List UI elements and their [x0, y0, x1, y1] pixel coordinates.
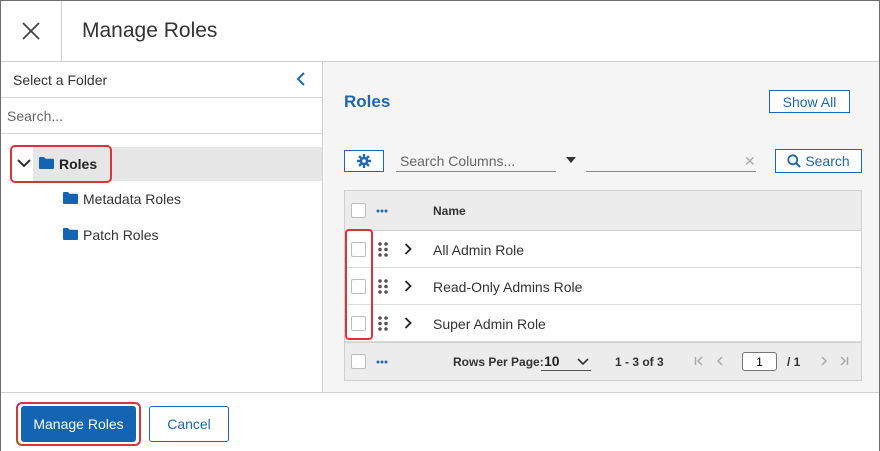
cancel-button[interactable]: Cancel	[149, 406, 229, 442]
highlight-box	[345, 229, 373, 340]
dialog-footer: Manage Roles Cancel	[1, 392, 879, 451]
dialog-title: Manage Roles	[82, 19, 218, 42]
roles-panel: Roles Show All Search Columns... ✕ Searc…	[324, 62, 879, 392]
page-number-input[interactable]	[743, 353, 776, 371]
column-search-input[interactable]	[396, 150, 556, 171]
folder-search-input[interactable]	[1, 99, 322, 133]
drag-handle-icon[interactable]	[378, 316, 388, 331]
folder-panel: Select a Folder Roles Metadata Roles	[1, 62, 323, 392]
column-search	[396, 150, 556, 172]
gear-icon	[357, 154, 371, 168]
roles-grid: Name All Admin Role Read-Only Admins Rol…	[344, 190, 862, 381]
filter-value	[586, 150, 756, 172]
rows-per-page-label: Rows Per Page:	[453, 355, 544, 369]
tree-item-label: Roles	[59, 156, 98, 172]
table-row[interactable]: Super Admin Role	[345, 305, 861, 342]
search-icon	[787, 154, 802, 168]
row-name: Read-Only Admins Role	[433, 279, 583, 295]
row-name: Super Admin Role	[433, 316, 546, 332]
rows-per-page-select[interactable]: 10	[541, 352, 591, 371]
caret-down-icon[interactable]	[566, 157, 576, 164]
chevron-right-icon[interactable]	[404, 317, 412, 329]
more-options-icon[interactable]	[376, 209, 388, 213]
chevron-down-icon	[577, 358, 589, 366]
rows-per-page-value: 10	[544, 353, 560, 369]
tree-item-label: Metadata Roles	[83, 191, 182, 207]
folder-panel-header: Select a Folder	[1, 62, 322, 98]
more-options-icon[interactable]	[376, 360, 388, 364]
roles-title: Roles	[344, 92, 391, 111]
last-page-icon[interactable]	[839, 356, 849, 366]
row-name: All Admin Role	[433, 242, 525, 258]
select-all-checkbox[interactable]	[351, 203, 366, 218]
folder-search	[1, 99, 322, 134]
table-row[interactable]: All Admin Role	[345, 231, 861, 268]
folder-icon	[63, 228, 78, 240]
page-total: / 1	[787, 355, 801, 369]
tree-item-label: Patch Roles	[83, 227, 159, 243]
folder-panel-heading: Select a Folder	[13, 72, 108, 88]
chevron-down-icon[interactable]	[17, 157, 31, 169]
manage-roles-dialog: Manage Roles Select a Folder Roles	[0, 0, 880, 451]
search-button-label: Search	[805, 153, 850, 169]
grid-pagination: Rows Per Page: 10 1 - 3 of 3 / 1	[345, 342, 861, 380]
folder-icon	[63, 192, 78, 204]
show-all-button[interactable]: Show All	[769, 90, 850, 113]
prev-page-icon[interactable]	[716, 356, 724, 366]
chevron-right-icon[interactable]	[404, 280, 412, 292]
tree-item-metadata-roles[interactable]: Metadata Roles	[1, 182, 322, 216]
page-number-field	[742, 352, 777, 371]
tree-item-roles[interactable]: Roles	[1, 145, 322, 183]
next-page-icon[interactable]	[820, 356, 828, 366]
close-icon	[22, 22, 40, 40]
close-button[interactable]	[1, 1, 62, 61]
dialog-header: Manage Roles	[1, 1, 879, 62]
drag-handle-icon[interactable]	[378, 279, 388, 294]
search-button[interactable]: Search	[775, 149, 862, 173]
column-settings-button[interactable]	[344, 150, 384, 172]
page-range: 1 - 3 of 3	[615, 355, 664, 369]
clear-filter-icon[interactable]: ✕	[744, 153, 756, 170]
column-header-name[interactable]: Name	[433, 204, 466, 218]
chevron-right-icon[interactable]	[404, 243, 412, 255]
folder-icon	[39, 157, 54, 169]
manage-roles-button[interactable]: Manage Roles	[21, 406, 136, 442]
drag-handle-icon[interactable]	[378, 242, 388, 257]
grid-header: Name	[345, 191, 861, 231]
tree-item-patch-roles[interactable]: Patch Roles	[1, 218, 322, 252]
table-row[interactable]: Read-Only Admins Role	[345, 268, 861, 305]
footer-checkbox[interactable]	[351, 354, 366, 369]
filter-value-input[interactable]	[586, 150, 756, 171]
first-page-icon[interactable]	[694, 356, 704, 366]
chevron-left-icon[interactable]	[294, 71, 308, 87]
